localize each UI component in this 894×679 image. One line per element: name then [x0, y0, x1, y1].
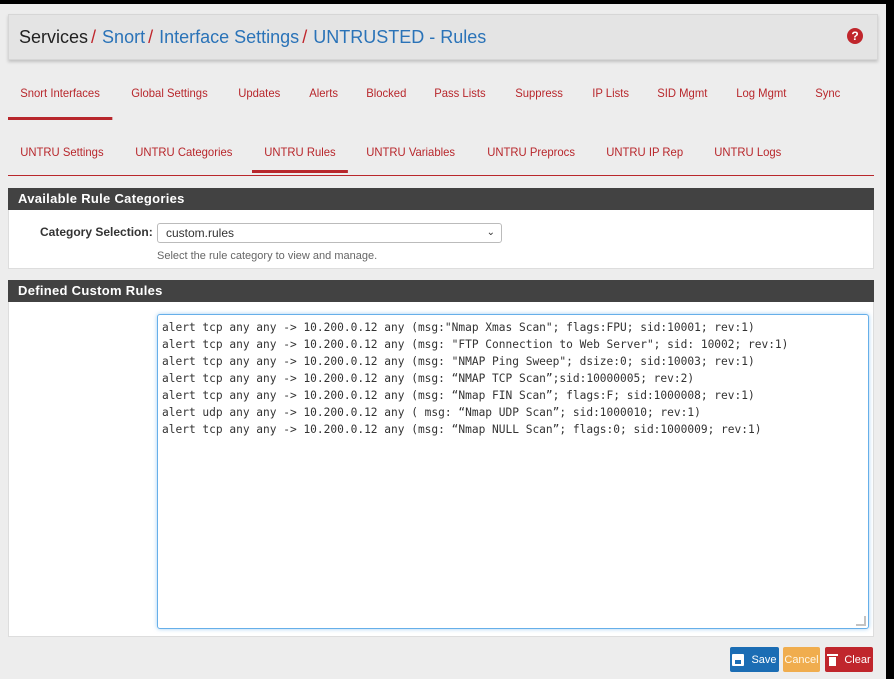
rule-line: alert tcp any any -> 10.200.0.12 any (ms…	[162, 423, 762, 436]
panel-header-defined-custom-rules: Defined Custom Rules	[8, 280, 874, 302]
tab-untru-categories[interactable]: UNTRU Categories	[123, 137, 245, 175]
tab-log-mgmt[interactable]: Log Mgmt	[724, 78, 799, 116]
breadcrumb-bar: Services / Snort / Interface Settings / …	[8, 14, 878, 60]
tab-global-settings[interactable]: Global Settings	[119, 78, 220, 116]
breadcrumb-snort[interactable]: Snort	[102, 27, 145, 48]
tab-ip-lists[interactable]: IP Lists	[580, 78, 641, 116]
category-select[interactable]: custom.rules ⌄	[157, 223, 502, 243]
main-tabs: Snort Interfaces Global Settings Updates…	[8, 78, 874, 120]
category-help-text: Select the rule category to view and man…	[157, 250, 378, 262]
rule-line: alert tcp any any -> 10.200.0.12 any (ms…	[162, 372, 695, 385]
breadcrumb-separator: /	[302, 26, 308, 47]
interface-tabs: UNTRU Settings UNTRU Categories UNTRU Ru…	[8, 137, 874, 176]
breadcrumb-separator: /	[91, 26, 97, 47]
category-selection-label: Category Selection:	[40, 225, 153, 239]
tab-untru-ip-rep[interactable]: UNTRU IP Rep	[594, 137, 695, 175]
clear-button[interactable]: Clear	[825, 647, 873, 672]
tab-updates[interactable]: Updates	[226, 78, 292, 116]
tab-pass-lists[interactable]: Pass Lists	[422, 78, 498, 116]
save-button[interactable]: Save	[730, 647, 779, 672]
panel-header-available-rule-categories: Available Rule Categories	[8, 188, 874, 210]
rule-line: alert udp any any -> 10.200.0.12 any ( m…	[162, 406, 701, 419]
window-border-top	[0, 0, 894, 4]
rule-line: alert tcp any any -> 10.200.0.12 any (ms…	[162, 338, 789, 351]
tab-untru-preprocs[interactable]: UNTRU Preprocs	[475, 137, 587, 175]
tab-blocked[interactable]: Blocked	[354, 78, 419, 116]
resize-handle-icon[interactable]	[856, 616, 866, 626]
window-border-right	[886, 0, 894, 679]
tab-untru-logs[interactable]: UNTRU Logs	[702, 137, 794, 175]
rule-line: alert tcp any any -> 10.200.0.12 any (ms…	[162, 321, 755, 334]
breadcrumb-interface-settings[interactable]: Interface Settings	[159, 27, 299, 48]
save-label: Save	[751, 653, 777, 666]
category-select-value: custom.rules	[166, 226, 235, 240]
chevron-down-icon: ⌄	[486, 227, 495, 238]
help-icon[interactable]: ?	[847, 28, 863, 44]
cancel-button[interactable]: Cancel	[783, 647, 820, 672]
breadcrumb: Services / Snort / Interface Settings / …	[19, 27, 486, 48]
tab-sid-mgmt[interactable]: SID Mgmt	[645, 78, 720, 116]
tab-sync[interactable]: Sync	[803, 78, 853, 116]
breadcrumb-separator: /	[148, 26, 154, 47]
rule-line: alert tcp any any -> 10.200.0.12 any (ms…	[162, 389, 755, 402]
tab-untru-settings[interactable]: UNTRU Settings	[8, 137, 116, 175]
tab-untru-rules[interactable]: UNTRU Rules	[252, 137, 348, 175]
rule-line: alert tcp any any -> 10.200.0.12 any (ms…	[162, 355, 755, 368]
tab-alerts[interactable]: Alerts	[297, 78, 350, 116]
tab-snort-interfaces[interactable]: Snort Interfaces	[8, 78, 112, 120]
clear-label: Clear	[844, 653, 871, 666]
tab-suppress[interactable]: Suppress	[503, 78, 575, 116]
cancel-label: Cancel	[784, 653, 819, 666]
breadcrumb-untrusted-rules[interactable]: UNTRUSTED - Rules	[313, 27, 486, 48]
custom-rules-textarea[interactable]: alert tcp any any -> 10.200.0.12 any (ms…	[157, 314, 869, 629]
save-icon	[732, 653, 745, 666]
breadcrumb-services: Services	[19, 26, 89, 47]
tab-untru-variables[interactable]: UNTRU Variables	[354, 137, 467, 175]
page: Services / Snort / Interface Settings / …	[0, 0, 894, 679]
trash-icon	[827, 653, 839, 666]
